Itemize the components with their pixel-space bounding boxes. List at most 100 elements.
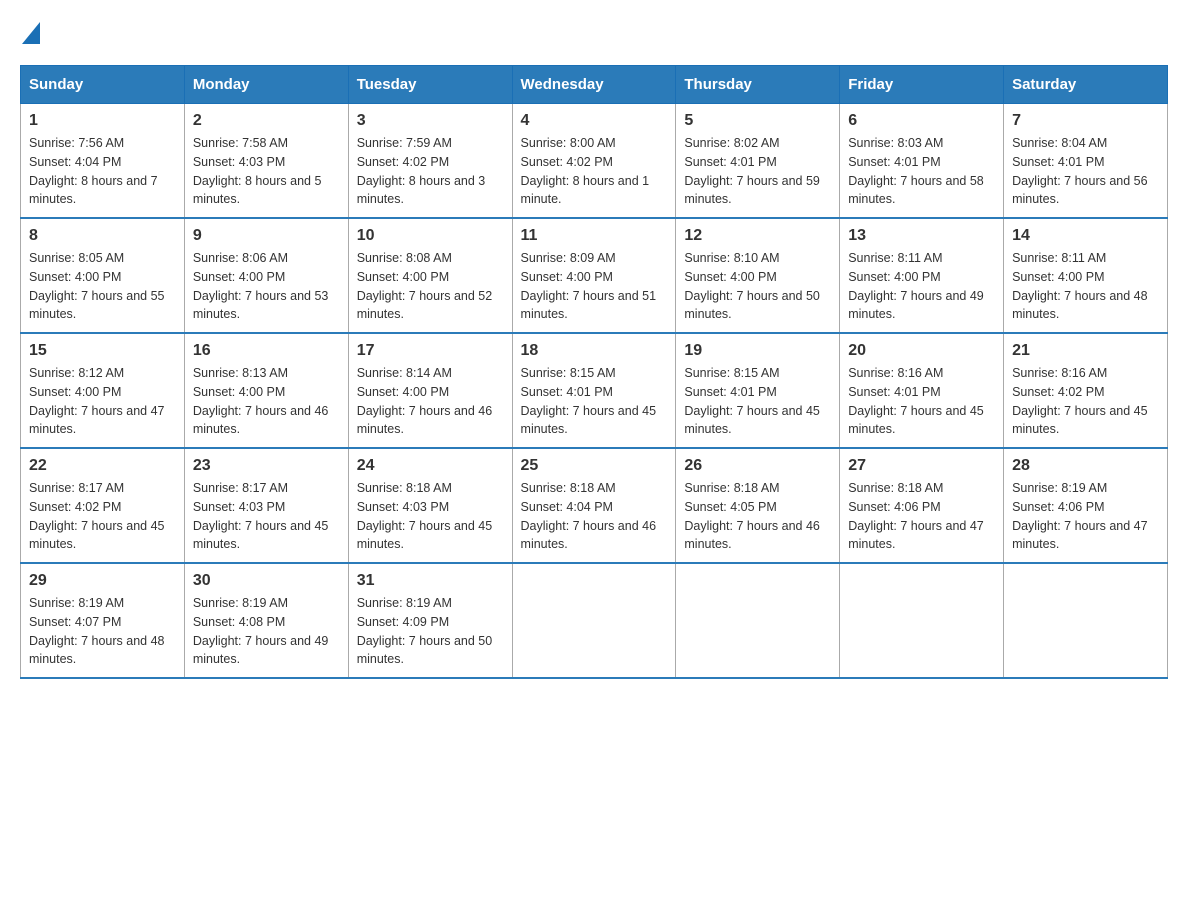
calendar-cell: 1 Sunrise: 7:56 AMSunset: 4:04 PMDayligh…	[21, 104, 185, 219]
day-info: Sunrise: 8:19 AMSunset: 4:06 PMDaylight:…	[1012, 479, 1159, 554]
day-number: 27	[848, 457, 995, 475]
day-info: Sunrise: 8:17 AMSunset: 4:02 PMDaylight:…	[29, 479, 176, 554]
day-info: Sunrise: 8:15 AMSunset: 4:01 PMDaylight:…	[684, 364, 831, 439]
calendar-cell: 30 Sunrise: 8:19 AMSunset: 4:08 PMDaylig…	[184, 563, 348, 678]
logo-triangle-icon	[22, 22, 40, 44]
day-info: Sunrise: 8:15 AMSunset: 4:01 PMDaylight:…	[521, 364, 668, 439]
day-info: Sunrise: 8:14 AMSunset: 4:00 PMDaylight:…	[357, 364, 504, 439]
calendar-cell: 14 Sunrise: 8:11 AMSunset: 4:00 PMDaylig…	[1004, 218, 1168, 333]
calendar-header-tuesday: Tuesday	[348, 66, 512, 104]
day-info: Sunrise: 8:11 AMSunset: 4:00 PMDaylight:…	[848, 249, 995, 324]
calendar-header-row: SundayMondayTuesdayWednesdayThursdayFrid…	[21, 66, 1168, 104]
day-number: 19	[684, 342, 831, 360]
day-number: 2	[193, 112, 340, 130]
calendar-week-row: 22 Sunrise: 8:17 AMSunset: 4:02 PMDaylig…	[21, 448, 1168, 563]
calendar-table: SundayMondayTuesdayWednesdayThursdayFrid…	[20, 65, 1168, 679]
calendar-header-friday: Friday	[840, 66, 1004, 104]
calendar-cell: 4 Sunrise: 8:00 AMSunset: 4:02 PMDayligh…	[512, 104, 676, 219]
day-number: 13	[848, 227, 995, 245]
day-number: 25	[521, 457, 668, 475]
calendar-cell: 13 Sunrise: 8:11 AMSunset: 4:00 PMDaylig…	[840, 218, 1004, 333]
day-info: Sunrise: 8:18 AMSunset: 4:04 PMDaylight:…	[521, 479, 668, 554]
day-info: Sunrise: 7:58 AMSunset: 4:03 PMDaylight:…	[193, 134, 340, 209]
calendar-week-row: 29 Sunrise: 8:19 AMSunset: 4:07 PMDaylig…	[21, 563, 1168, 678]
day-number: 7	[1012, 112, 1159, 130]
calendar-header-thursday: Thursday	[676, 66, 840, 104]
day-info: Sunrise: 8:19 AMSunset: 4:07 PMDaylight:…	[29, 594, 176, 669]
calendar-cell	[676, 563, 840, 678]
calendar-cell: 17 Sunrise: 8:14 AMSunset: 4:00 PMDaylig…	[348, 333, 512, 448]
day-info: Sunrise: 7:56 AMSunset: 4:04 PMDaylight:…	[29, 134, 176, 209]
day-number: 18	[521, 342, 668, 360]
day-number: 6	[848, 112, 995, 130]
day-number: 4	[521, 112, 668, 130]
calendar-cell	[1004, 563, 1168, 678]
day-info: Sunrise: 8:09 AMSunset: 4:00 PMDaylight:…	[521, 249, 668, 324]
day-number: 11	[521, 227, 668, 245]
calendar-cell: 19 Sunrise: 8:15 AMSunset: 4:01 PMDaylig…	[676, 333, 840, 448]
day-number: 28	[1012, 457, 1159, 475]
day-number: 26	[684, 457, 831, 475]
page-header	[20, 20, 1168, 49]
day-info: Sunrise: 8:00 AMSunset: 4:02 PMDaylight:…	[521, 134, 668, 209]
calendar-cell	[840, 563, 1004, 678]
day-number: 24	[357, 457, 504, 475]
day-number: 9	[193, 227, 340, 245]
calendar-cell: 27 Sunrise: 8:18 AMSunset: 4:06 PMDaylig…	[840, 448, 1004, 563]
calendar-cell: 21 Sunrise: 8:16 AMSunset: 4:02 PMDaylig…	[1004, 333, 1168, 448]
calendar-cell: 29 Sunrise: 8:19 AMSunset: 4:07 PMDaylig…	[21, 563, 185, 678]
day-info: Sunrise: 8:17 AMSunset: 4:03 PMDaylight:…	[193, 479, 340, 554]
calendar-cell: 7 Sunrise: 8:04 AMSunset: 4:01 PMDayligh…	[1004, 104, 1168, 219]
calendar-cell: 2 Sunrise: 7:58 AMSunset: 4:03 PMDayligh…	[184, 104, 348, 219]
calendar-cell: 23 Sunrise: 8:17 AMSunset: 4:03 PMDaylig…	[184, 448, 348, 563]
calendar-cell: 20 Sunrise: 8:16 AMSunset: 4:01 PMDaylig…	[840, 333, 1004, 448]
day-number: 30	[193, 572, 340, 590]
day-number: 5	[684, 112, 831, 130]
calendar-cell: 12 Sunrise: 8:10 AMSunset: 4:00 PMDaylig…	[676, 218, 840, 333]
day-number: 17	[357, 342, 504, 360]
day-number: 1	[29, 112, 176, 130]
day-info: Sunrise: 8:08 AMSunset: 4:00 PMDaylight:…	[357, 249, 504, 324]
calendar-cell: 11 Sunrise: 8:09 AMSunset: 4:00 PMDaylig…	[512, 218, 676, 333]
calendar-week-row: 1 Sunrise: 7:56 AMSunset: 4:04 PMDayligh…	[21, 104, 1168, 219]
calendar-cell	[512, 563, 676, 678]
day-info: Sunrise: 8:11 AMSunset: 4:00 PMDaylight:…	[1012, 249, 1159, 324]
calendar-cell: 28 Sunrise: 8:19 AMSunset: 4:06 PMDaylig…	[1004, 448, 1168, 563]
day-info: Sunrise: 8:10 AMSunset: 4:00 PMDaylight:…	[684, 249, 831, 324]
calendar-cell: 3 Sunrise: 7:59 AMSunset: 4:02 PMDayligh…	[348, 104, 512, 219]
calendar-header-wednesday: Wednesday	[512, 66, 676, 104]
day-number: 3	[357, 112, 504, 130]
day-info: Sunrise: 8:04 AMSunset: 4:01 PMDaylight:…	[1012, 134, 1159, 209]
calendar-week-row: 15 Sunrise: 8:12 AMSunset: 4:00 PMDaylig…	[21, 333, 1168, 448]
day-info: Sunrise: 8:19 AMSunset: 4:08 PMDaylight:…	[193, 594, 340, 669]
day-number: 14	[1012, 227, 1159, 245]
day-number: 12	[684, 227, 831, 245]
calendar-cell: 15 Sunrise: 8:12 AMSunset: 4:00 PMDaylig…	[21, 333, 185, 448]
calendar-cell: 22 Sunrise: 8:17 AMSunset: 4:02 PMDaylig…	[21, 448, 185, 563]
day-info: Sunrise: 8:16 AMSunset: 4:02 PMDaylight:…	[1012, 364, 1159, 439]
calendar-cell: 31 Sunrise: 8:19 AMSunset: 4:09 PMDaylig…	[348, 563, 512, 678]
day-info: Sunrise: 8:18 AMSunset: 4:03 PMDaylight:…	[357, 479, 504, 554]
calendar-cell: 5 Sunrise: 8:02 AMSunset: 4:01 PMDayligh…	[676, 104, 840, 219]
calendar-cell: 26 Sunrise: 8:18 AMSunset: 4:05 PMDaylig…	[676, 448, 840, 563]
day-info: Sunrise: 8:02 AMSunset: 4:01 PMDaylight:…	[684, 134, 831, 209]
calendar-cell: 8 Sunrise: 8:05 AMSunset: 4:00 PMDayligh…	[21, 218, 185, 333]
day-info: Sunrise: 8:13 AMSunset: 4:00 PMDaylight:…	[193, 364, 340, 439]
day-number: 20	[848, 342, 995, 360]
day-number: 21	[1012, 342, 1159, 360]
day-info: Sunrise: 8:06 AMSunset: 4:00 PMDaylight:…	[193, 249, 340, 324]
day-number: 16	[193, 342, 340, 360]
day-info: Sunrise: 8:18 AMSunset: 4:06 PMDaylight:…	[848, 479, 995, 554]
calendar-header-monday: Monday	[184, 66, 348, 104]
day-number: 10	[357, 227, 504, 245]
day-number: 15	[29, 342, 176, 360]
calendar-week-row: 8 Sunrise: 8:05 AMSunset: 4:00 PMDayligh…	[21, 218, 1168, 333]
calendar-cell: 10 Sunrise: 8:08 AMSunset: 4:00 PMDaylig…	[348, 218, 512, 333]
logo	[20, 20, 40, 49]
day-info: Sunrise: 8:19 AMSunset: 4:09 PMDaylight:…	[357, 594, 504, 669]
calendar-cell: 18 Sunrise: 8:15 AMSunset: 4:01 PMDaylig…	[512, 333, 676, 448]
calendar-cell: 6 Sunrise: 8:03 AMSunset: 4:01 PMDayligh…	[840, 104, 1004, 219]
calendar-cell: 9 Sunrise: 8:06 AMSunset: 4:00 PMDayligh…	[184, 218, 348, 333]
day-number: 29	[29, 572, 176, 590]
day-info: Sunrise: 7:59 AMSunset: 4:02 PMDaylight:…	[357, 134, 504, 209]
